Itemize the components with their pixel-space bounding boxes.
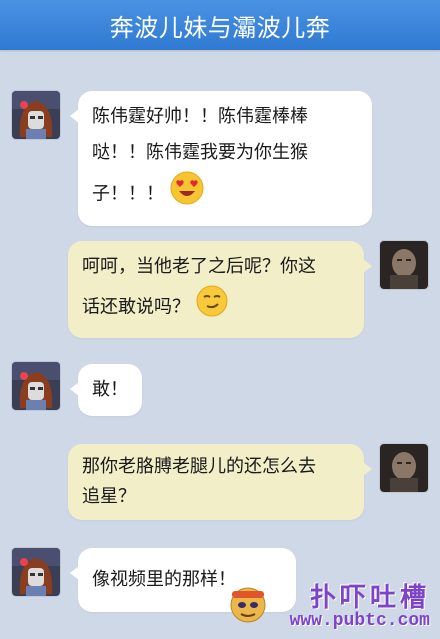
message-line: 敢！ (92, 379, 128, 400)
chat-area[interactable]: 陈伟霆好帅！！陈伟霆棒棒 哒！！陈伟霆我要为你生猴 子！！！ 呵呵，当他老了之后… (0, 50, 440, 639)
cartoon-face-icon (228, 581, 268, 629)
message-line: 哒！！陈伟霆我要为你生猴 (92, 142, 308, 163)
chat-header: 奔波儿妹与灞波儿奔 (0, 0, 440, 50)
old-man-avatar[interactable] (380, 241, 428, 289)
message-line: 那你老胳膊老腿儿的还怎么去 (82, 456, 316, 477)
girl-avatar[interactable] (12, 362, 60, 410)
old-man-avatar[interactable] (380, 444, 428, 492)
message-bubble[interactable]: 敢！ (70, 364, 142, 416)
message-bubble[interactable]: 呵呵，当他老了之后呢？你这 话还敢说吗？ (68, 241, 372, 338)
chat-title: 奔波儿妹与灞波儿奔 (109, 13, 331, 42)
watermark: 扑吓吐槽 www.pubtc.com (230, 575, 430, 633)
message-row: 那你老胳膊老腿儿的还怎么去 追星？ (0, 442, 440, 532)
message-line-text: 话还敢说吗？ (82, 296, 190, 318)
message-line-text: 子！！！ (92, 183, 164, 205)
bubble-tail (363, 259, 372, 273)
bubble-tail (70, 566, 79, 580)
girl-avatar[interactable] (12, 548, 60, 596)
bubble-tail (70, 109, 79, 123)
message-row: 呵呵，当他老了之后呢？你这 话还敢说吗？ (0, 238, 440, 338)
message-row: 陈伟霆好帅！！陈伟霆棒棒 哒！！陈伟霆我要为你生猴 子！！！ (0, 88, 440, 226)
message-bubble[interactable]: 那你老胳膊老腿儿的还怎么去 追星？ (68, 444, 372, 520)
message-line: 话还敢说吗？ (82, 285, 350, 330)
smirk-emoji-icon (196, 285, 228, 330)
message-bubble[interactable]: 陈伟霆好帅！！陈伟霆棒棒 哒！！陈伟霆我要为你生猴 子！！！ (70, 91, 372, 226)
girl-avatar[interactable] (12, 91, 60, 139)
heart-eyes-emoji-icon (170, 171, 204, 218)
message-line: 子！！！ (92, 171, 358, 218)
watermark-url: www.pubtc.com (289, 611, 430, 631)
message-line: 追星？ (82, 486, 136, 507)
message-line: 呵呵，当他老了之后呢？你这 (82, 256, 316, 277)
watermark-title: 扑吓吐槽 (309, 583, 430, 613)
message-line: 陈伟霆好帅！！陈伟霆棒棒 (92, 106, 308, 127)
bubble-tail (363, 462, 372, 476)
bubble-tail (70, 382, 79, 396)
message-row: 敢！ (0, 362, 440, 422)
